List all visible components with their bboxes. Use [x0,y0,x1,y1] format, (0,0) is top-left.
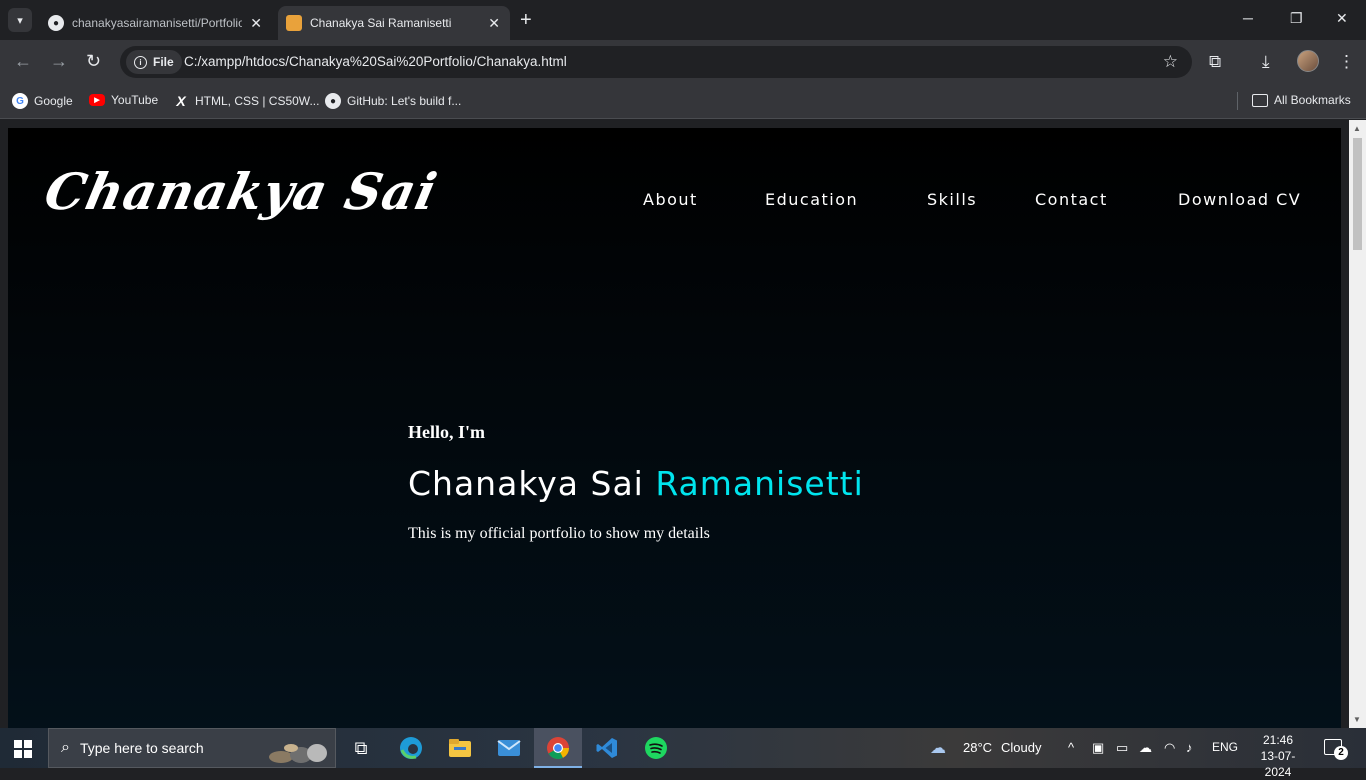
nav-download-cv[interactable]: Download CV [1178,190,1301,209]
bookmark-label: Google [34,94,73,108]
clock-date: 13-07-2024 [1260,749,1296,779]
weather-temp[interactable]: 28°C [963,740,992,755]
wifi-icon[interactable]: ◠ [1164,740,1175,756]
windows-start-icon[interactable] [14,740,32,758]
chevron-up-icon[interactable]: ^ [1068,740,1074,755]
new-tab-button[interactable]: + [520,10,532,30]
volume-icon[interactable]: ♪ [1186,740,1193,755]
page-scrollbar[interactable]: ▲ ▼ [1349,120,1366,728]
close-tab-icon[interactable]: ✕ [250,15,262,32]
bookmark-cs50w[interactable]: X HTML, CSS | CS50W... [173,93,319,109]
bookmarks-bar: G Google ▶ YouTube X HTML, CSS | CS50W..… [0,85,1366,119]
hero-name: Chanakya Sai Ramanisetti [408,464,864,503]
vscode-icon[interactable] [593,734,621,762]
language-indicator[interactable]: ENG [1212,740,1238,754]
forward-icon[interactable]: → [50,52,68,70]
weather-condition[interactable]: Cloudy [1001,740,1041,755]
meet-now-icon[interactable]: ▣ [1092,740,1104,756]
page-viewport: Chanakya Sai About Education Skills Cont… [0,120,1366,728]
battery-icon[interactable]: ▭ [1116,740,1128,756]
bookmark-label: HTML, CSS | CS50W... [195,94,320,108]
site-logo[interactable]: Chanakya Sai [40,162,443,221]
bookmark-star-icon[interactable]: ☆ [1163,52,1178,72]
search-icon: ⌕ [61,739,70,756]
clock-time: 21:46 [1262,733,1294,747]
notification-count: 2 [1334,746,1348,760]
bookmarks-divider [1237,92,1238,110]
hero-greeting: Hello, I'm [408,422,485,442]
tab-search-button[interactable]: ▾ [8,8,32,32]
all-bookmarks-label: All Bookmarks [1274,93,1351,107]
minimize-icon[interactable]: ─ [1243,10,1253,26]
folder-icon [1252,93,1268,107]
nav-skills[interactable]: Skills [927,190,977,209]
system-clock[interactable]: 21:46 13-07-2024 [1248,732,1308,780]
download-icon[interactable]: ⤓ [1262,52,1270,72]
spotify-icon[interactable] [642,734,670,762]
site-chip-label: File [153,55,174,69]
tab-portfolio[interactable]: Chanakya Sai Ramanisetti ✕ [278,6,510,40]
portfolio-icon [286,15,302,31]
x-icon: X [176,93,186,109]
tab-github[interactable]: ● chanakyasairamanisetti/Portfolio ✕ [40,6,272,40]
all-bookmarks-button[interactable]: All Bookmarks [1252,93,1351,107]
cloud-icon[interactable]: ☁ [930,738,946,758]
close-window-icon[interactable]: ✕ [1336,10,1348,27]
scroll-down-icon[interactable]: ▼ [1353,715,1361,724]
site-info-chip[interactable]: i File [126,50,182,74]
tab-title: Chanakya Sai Ramanisetti [310,16,452,30]
info-icon: i [134,55,147,69]
file-explorer-icon[interactable] [446,734,474,762]
notification-icon[interactable]: 2 [1324,739,1348,760]
mail-icon[interactable] [495,734,523,762]
chevron-down-icon: ▾ [17,14,23,27]
hero-name-last: Ramanisetti [655,464,864,503]
nav-education[interactable]: Education [765,190,858,209]
nav-about[interactable]: About [643,190,698,209]
extensions-icon[interactable]: ⧉ [1209,52,1221,72]
github-icon: ● [48,15,64,31]
github-icon: ● [325,93,341,109]
scroll-up-icon[interactable]: ▲ [1353,124,1361,133]
nav-contact[interactable]: Contact [1035,190,1108,209]
bookmark-google[interactable]: G Google [12,93,73,109]
browser-toolbar: ← → ↻ i File C:/xampp/htdocs/Chanakya%20… [0,40,1366,85]
windows-taskbar: ⌕ Type here to search ⧉ ☁ 28°C Cloudy ^ … [0,728,1366,779]
back-icon[interactable]: ← [14,52,32,70]
task-view-icon[interactable]: ⧉ [347,734,375,762]
youtube-icon: ▶ [89,94,105,106]
onedrive-icon[interactable]: ☁ [1139,740,1152,756]
taskbar-search[interactable]: ⌕ Type here to search [48,728,336,768]
menu-dots-icon[interactable]: ⋮ [1338,52,1355,72]
profile-avatar[interactable] [1297,50,1319,72]
bookmark-github[interactable]: ● GitHub: Let's build f... [325,93,461,109]
portfolio-page: Chanakya Sai About Education Skills Cont… [8,128,1341,728]
restore-icon[interactable]: ❐ [1290,10,1303,27]
scrollbar-thumb[interactable] [1353,138,1362,250]
bookmark-youtube[interactable]: ▶ YouTube [89,93,158,107]
edge-icon[interactable] [397,734,425,762]
pebbles-icon [269,744,327,763]
google-icon: G [12,93,28,109]
tab-title: chanakyasairamanisetti/Portfolio [72,16,242,30]
bookmark-label: GitHub: Let's build f... [347,94,462,108]
address-bar[interactable]: i File C:/xampp/htdocs/Chanakya%20Sai%20… [120,46,1192,78]
reload-icon[interactable]: ↻ [86,52,101,70]
tab-strip: ▾ ● chanakyasairamanisetti/Portfolio ✕ C… [0,0,1366,40]
chrome-icon[interactable] [544,734,572,762]
search-placeholder: Type here to search [79,740,204,756]
bookmark-label: YouTube [111,93,159,107]
url-text[interactable]: C:/xampp/htdocs/Chanakya%20Sai%20Portfol… [184,54,567,69]
hero-tagline: This is my official portfolio to show my… [408,525,710,542]
hero-name-first: Chanakya Sai [408,464,644,503]
close-tab-icon[interactable]: ✕ [488,15,500,32]
